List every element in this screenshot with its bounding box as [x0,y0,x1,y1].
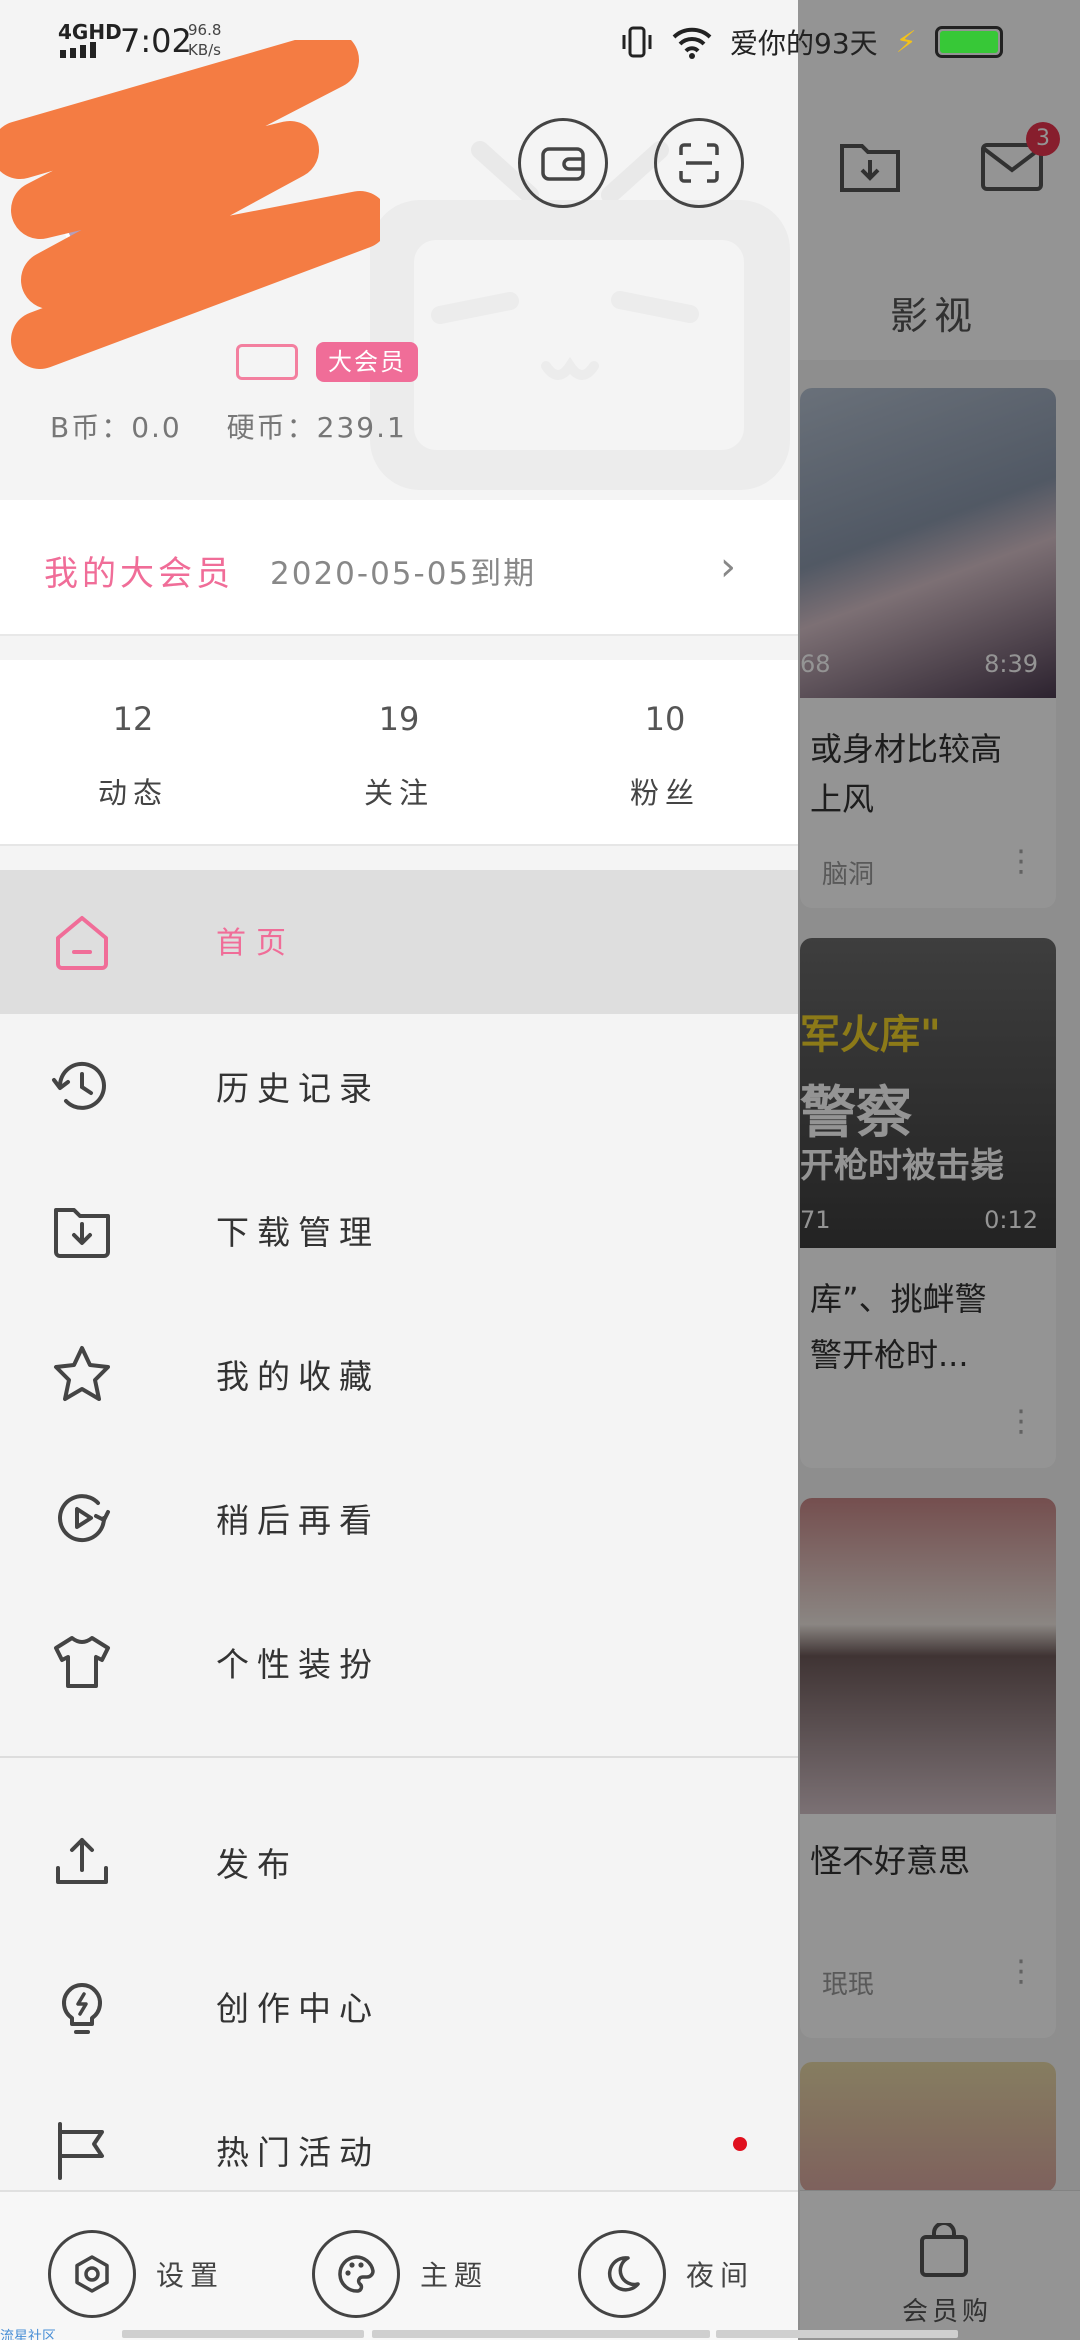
charging-icon: ⚡ [895,24,917,60]
stat-number: 12 [112,700,154,738]
stat-dynamics[interactable]: 12 动态 [68,700,198,812]
net-speed: 96.8 KB/s [188,20,221,60]
palette-icon [338,2255,375,2293]
download-folder-icon [54,1208,110,1258]
carrier-text: 爱你的93天 [730,27,878,60]
star-icon [54,1346,110,1401]
vibrate-icon [622,26,652,58]
moon-icon [607,2256,640,2292]
menu-item-creator-center[interactable]: 创作中心 [0,1934,798,2078]
chevron-right-icon: › [720,544,736,590]
hard-coin-balance: 硬币：239.1 [226,411,407,444]
menu-label: 热门活动 [216,2133,380,2172]
menu-label: 首页 [216,926,296,961]
upload-icon [56,1838,108,1884]
wallet-button[interactable] [518,118,608,208]
signal-icon [60,42,96,58]
scan-button[interactable] [654,118,744,208]
coins-info: B币：0.0 硬币：239.1 [50,406,441,446]
notification-dot [733,2137,747,2151]
night-circle [578,2230,666,2318]
side-drawer: 大 大会员 B币：0.0 硬币：239.1 我的大会员 2020-05-05到期… [0,0,798,2340]
status-right: 爱你的93天 ⚡ [620,20,1003,64]
stat-followers[interactable]: 10 粉丝 [600,700,730,812]
menu-item-history[interactable]: 历史记录 [0,1014,798,1158]
menu-label: 创作中心 [216,1989,380,2028]
theme-label: 主题 [420,2259,489,2292]
stat-label: 关注 [363,776,434,810]
stats-row: 12 动态 19 关注 10 粉丝 [0,660,798,846]
net-speed-value: 96.8 [188,21,222,39]
menu-label: 稍后再看 [216,1501,380,1540]
stat-number: 19 [378,700,420,738]
night-label: 夜间 [686,2259,755,2292]
scan-icon [679,143,719,183]
stat-number: 10 [644,700,686,738]
wifi-icon [672,27,712,59]
settings-button[interactable]: 设置 [48,2230,224,2318]
menu-item-dressup[interactable]: 个性装扮 [0,1590,798,1734]
home-icon [56,916,108,970]
menu-item-favorites[interactable]: 我的收藏 [0,1302,798,1446]
wallet-icon [541,147,585,181]
menu-divider [0,1756,798,1758]
clock: 7:02 [120,22,192,60]
gear-icon [75,2255,109,2293]
watermark-text: 流星社区 [0,2329,56,2340]
b-coin-balance: B币：0.0 [50,411,182,444]
vip-expiry: 2020-05-05到期 [270,556,537,592]
flag-icon [58,2122,104,2180]
menu-item-publish[interactable]: 发布 [0,1790,798,1934]
bulb-icon [62,1983,102,2034]
battery-icon [934,26,1003,58]
nav-hint-line [122,2330,364,2338]
network-type: 4GHD [58,20,122,44]
net-speed-unit: KB/s [188,41,221,59]
stat-following[interactable]: 19 关注 [334,700,464,812]
menu-label: 个性装扮 [216,1645,380,1684]
night-mode-button[interactable]: 夜间 [578,2230,754,2318]
tshirt-icon [54,1636,110,1688]
stat-label: 动态 [97,776,168,810]
settings-label: 设置 [156,2259,225,2292]
menu-label: 历史记录 [216,1069,380,1108]
theme-circle [312,2230,400,2318]
my-vip-row[interactable]: 我的大会员 2020-05-05到期 › [0,500,798,636]
nav-hint-line [372,2330,710,2338]
menu-label: 我的收藏 [216,1357,380,1396]
history-icon [52,1061,106,1110]
drawer-bottom-bar: 设置 主题 夜间 [0,2190,798,2340]
menu-label: 发布 [216,1845,298,1884]
screen: 3 影视 8:39 68 或身材比较高 上风 脑洞 ⋮ 军火库" 警察 开枪时被… [0,0,1080,2340]
settings-circle [48,2230,136,2318]
menu-item-downloads[interactable]: 下载管理 [0,1158,798,1302]
menu-item-watch-later[interactable]: 稍后再看 [0,1446,798,1590]
menu-label: 下载管理 [216,1213,380,1252]
my-vip-label: 我的大会员 [44,554,234,594]
stat-label: 粉丝 [629,776,700,810]
status-bar: 4GHD 7:02 96.8 KB/s 爱你的93天 ⚡ [0,0,1080,84]
watch-later-icon [58,1494,110,1543]
theme-button[interactable]: 主题 [312,2230,488,2318]
menu-item-home[interactable]: 首页 [0,870,798,1014]
redaction-scribble [0,40,380,369]
nav-hint-line [716,2330,958,2338]
